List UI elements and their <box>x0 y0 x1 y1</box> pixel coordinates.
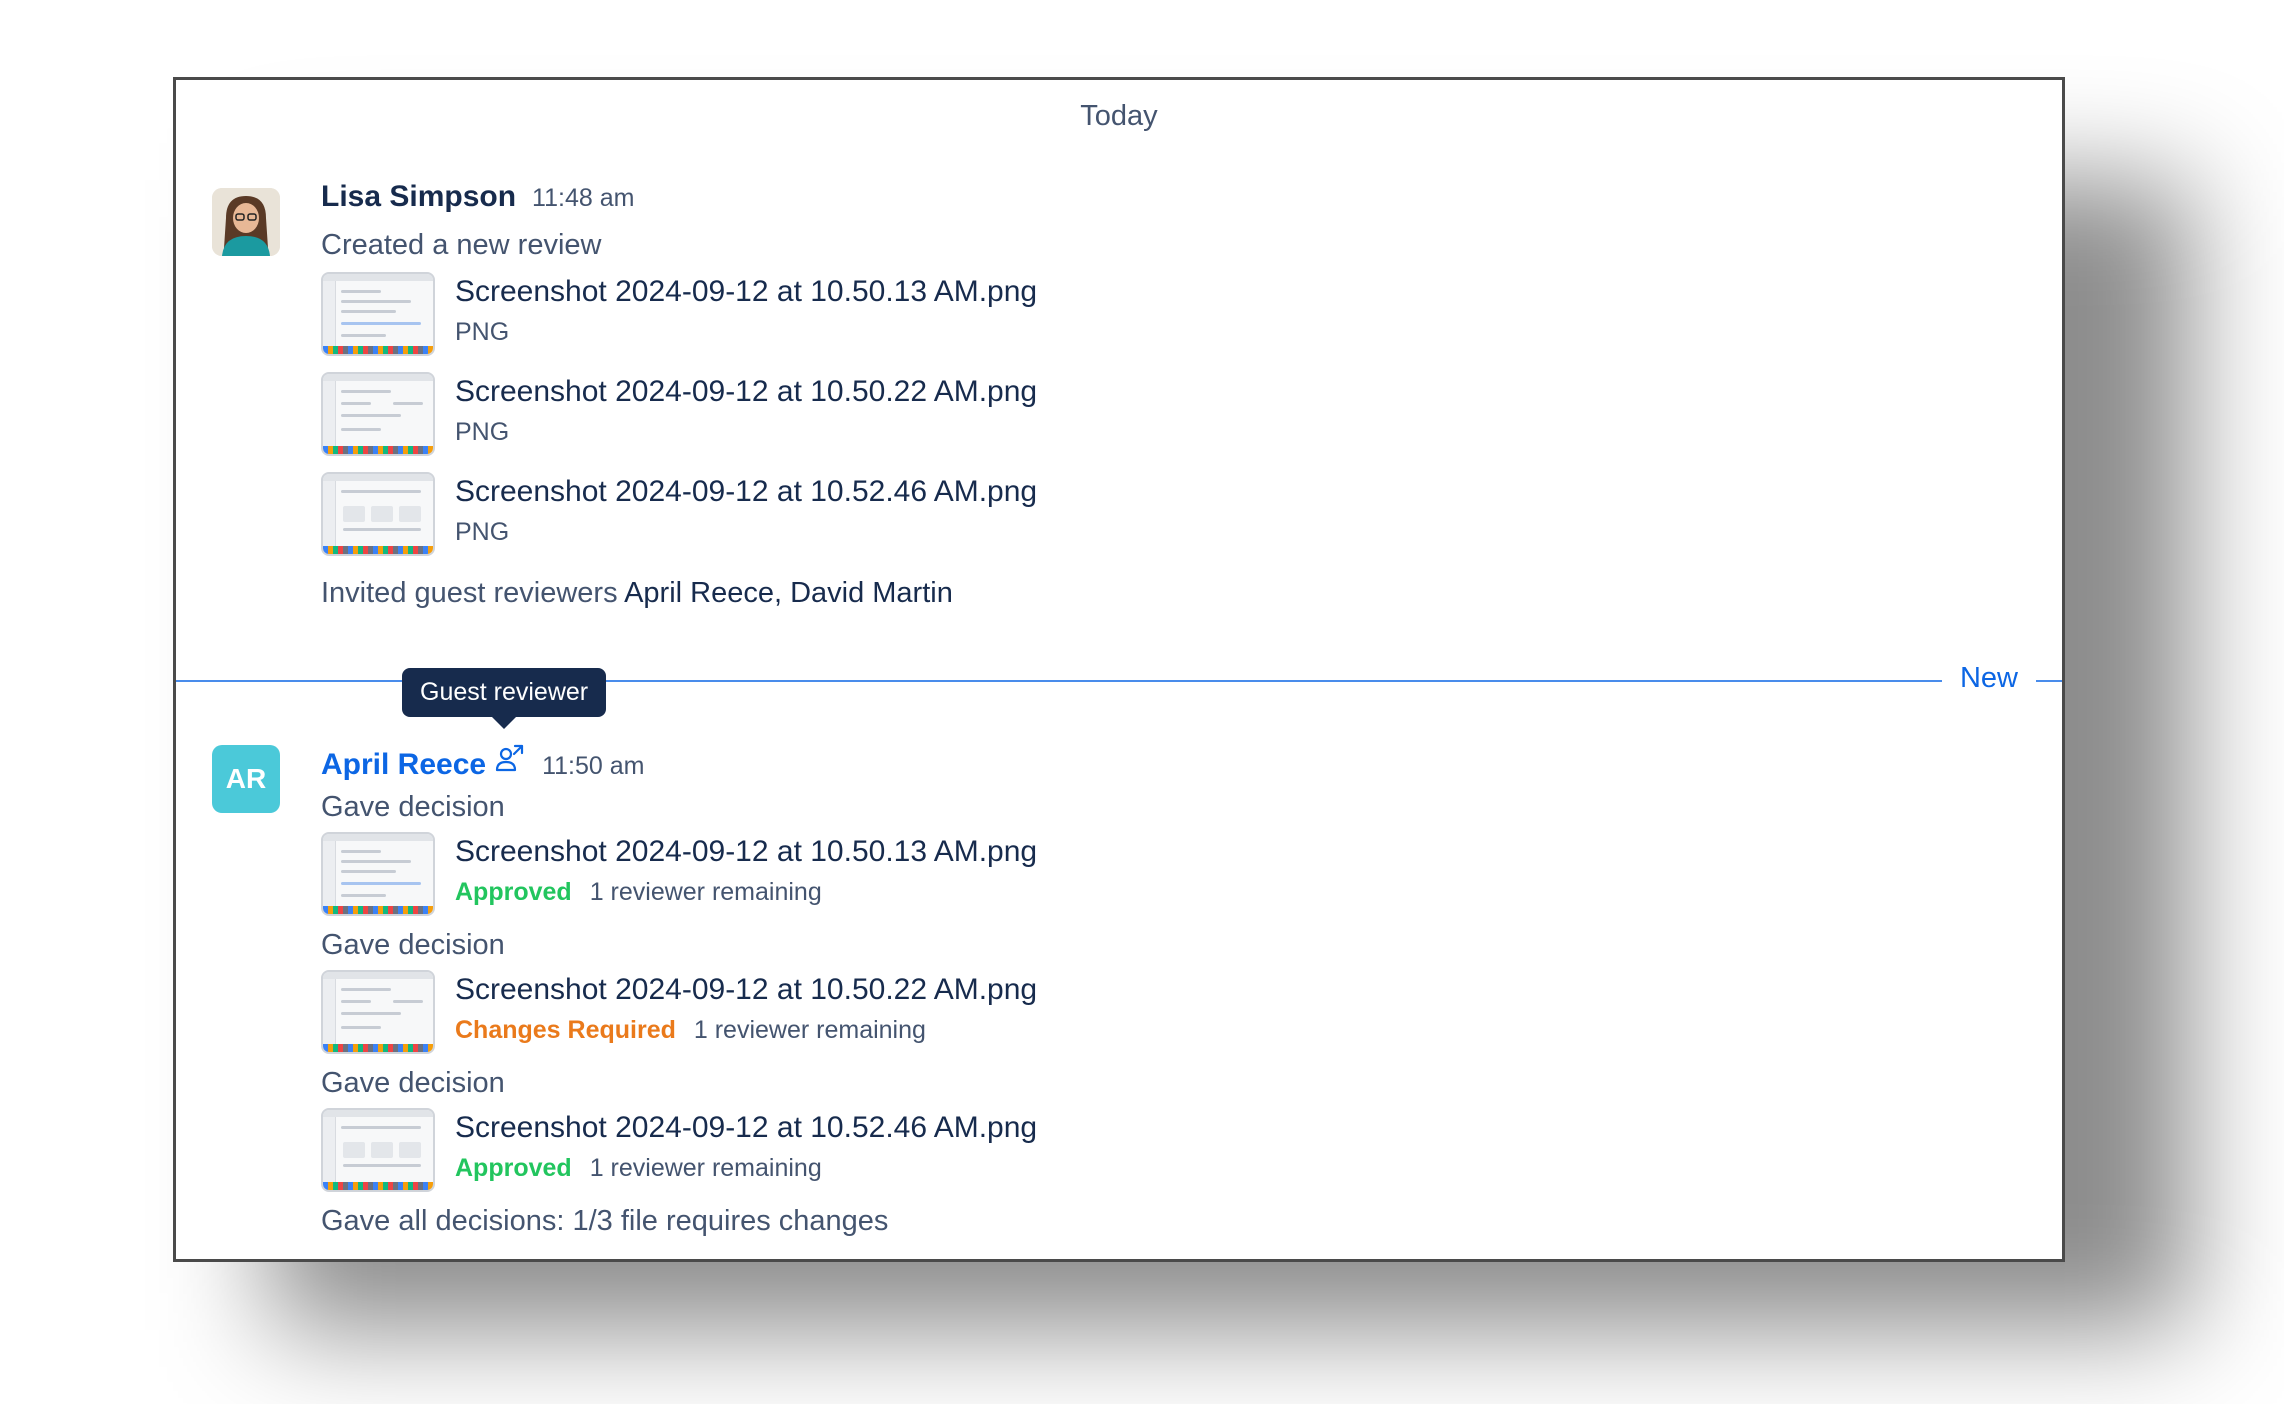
new-divider-label: New <box>1941 662 2036 695</box>
timestamp: 11:50 am <box>542 752 645 780</box>
action-text: Gave decision <box>321 1067 505 1099</box>
decision-file-row[interactable]: Screenshot 2024-09-12 at 10.50.22 AM.png… <box>321 970 2022 1062</box>
action-text: Gave decision <box>321 791 505 823</box>
file-name[interactable]: Screenshot 2024-09-12 at 10.50.22 AM.png <box>455 372 1037 412</box>
file-thumbnail[interactable] <box>321 970 435 1054</box>
invited-reviewers-text: Invited guest reviewers April Reece, Dav… <box>321 572 2022 614</box>
guest-reviewer-tooltip: Guest reviewer <box>402 668 607 729</box>
timestamp: 11:48 am <box>532 184 635 212</box>
file-name[interactable]: Screenshot 2024-09-12 at 10.52.46 AM.png <box>455 1108 1037 1148</box>
invited-names[interactable]: April Reece, David Martin <box>624 577 953 609</box>
file-type: PNG <box>455 318 510 346</box>
avatar-initials: AR <box>225 763 267 794</box>
invited-prefix: Invited guest reviewers <box>321 577 618 609</box>
author-name[interactable]: April Reece <box>321 748 486 782</box>
avatar-april-reece[interactable]: AR <box>212 745 280 813</box>
decision-file-row[interactable]: Screenshot 2024-09-12 at 10.50.13 AM.png… <box>321 832 2022 924</box>
file-thumbnail[interactable] <box>321 272 435 356</box>
reviewers-remaining: 1 reviewer remaining <box>693 1016 926 1044</box>
guest-reviewer-icon[interactable] <box>494 742 526 774</box>
action-text: Gave decision <box>321 929 505 961</box>
file-thumbnail[interactable] <box>321 832 435 916</box>
author-name[interactable]: Lisa Simpson <box>321 180 516 214</box>
reviewers-remaining: 1 reviewer remaining <box>589 878 822 906</box>
activity-entry-created: Lisa Simpson 11:48 am Created a new revi… <box>321 180 2022 614</box>
decisions-summary: Gave all decisions: 1/3 file requires ch… <box>321 1205 889 1237</box>
decision-status-badge: Changes Required <box>455 1016 676 1044</box>
file-type: PNG <box>455 518 510 546</box>
file-row[interactable]: Screenshot 2024-09-12 at 10.52.46 AM.png… <box>321 472 2022 572</box>
avatar-lisa-simpson[interactable] <box>212 188 280 256</box>
file-row[interactable]: Screenshot 2024-09-12 at 10.50.13 AM.png… <box>321 272 2022 372</box>
activity-entry-decisions: April Reece 11:50 am Gave decision Scree… <box>321 742 2022 1242</box>
reviewers-remaining: 1 reviewer remaining <box>589 1154 822 1182</box>
day-separator-label: Today <box>1080 100 1158 132</box>
user-photo-icon <box>212 188 280 256</box>
file-name[interactable]: Screenshot 2024-09-12 at 10.50.13 AM.png <box>455 272 1037 312</box>
file-row[interactable]: Screenshot 2024-09-12 at 10.50.22 AM.png… <box>321 372 2022 472</box>
decision-status-badge: Approved <box>455 878 572 906</box>
activity-panel: Today Lisa Simpson 11:48 am Created a ne… <box>173 77 2065 1262</box>
decision-file-row[interactable]: Screenshot 2024-09-12 at 10.52.46 AM.png… <box>321 1108 2022 1200</box>
decision-status-badge: Approved <box>455 1154 572 1182</box>
file-thumbnail[interactable] <box>321 372 435 456</box>
file-thumbnail[interactable] <box>321 472 435 556</box>
file-type: PNG <box>455 418 510 446</box>
file-name[interactable]: Screenshot 2024-09-12 at 10.52.46 AM.png <box>455 472 1037 512</box>
file-name[interactable]: Screenshot 2024-09-12 at 10.50.22 AM.png <box>455 970 1037 1010</box>
action-text: Created a new review <box>321 229 602 261</box>
file-name[interactable]: Screenshot 2024-09-12 at 10.50.13 AM.png <box>455 832 1037 872</box>
file-thumbnail[interactable] <box>321 1108 435 1192</box>
